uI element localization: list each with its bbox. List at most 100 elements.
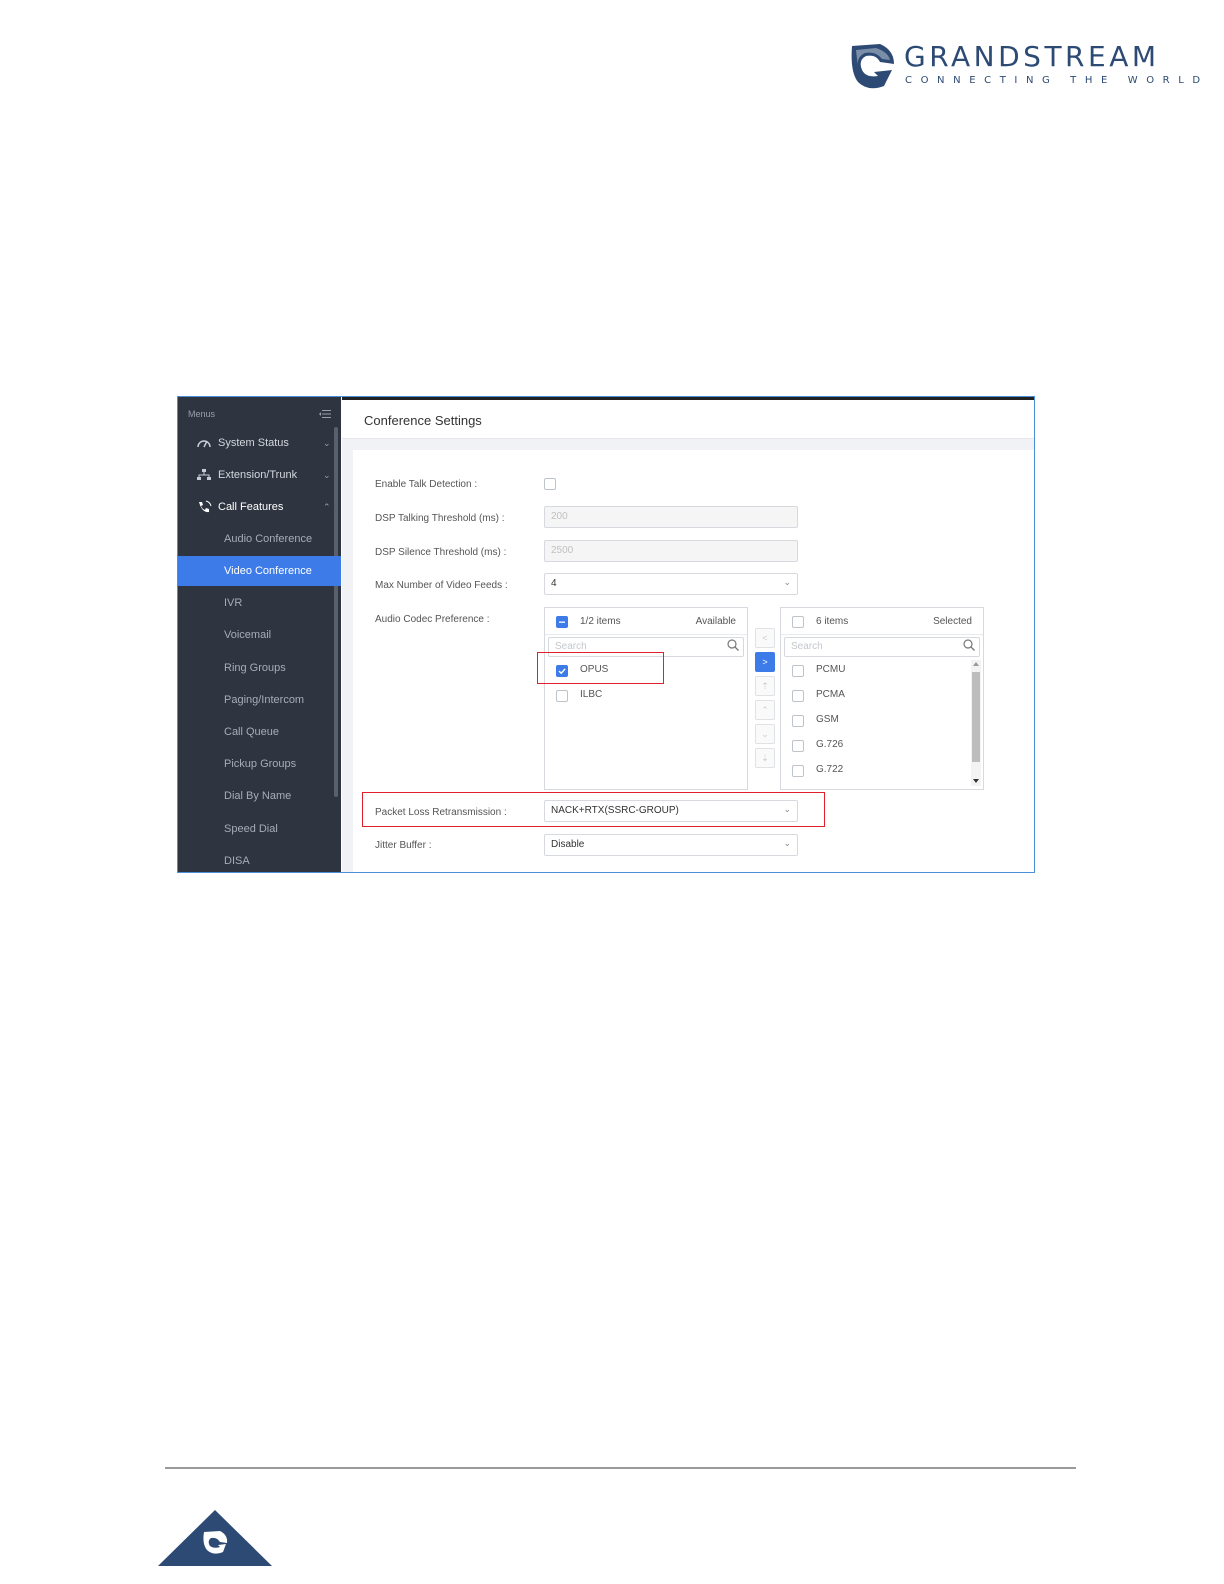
menu-collapse-icon[interactable]: [319, 409, 331, 419]
brand-name: GRANDSTREAM: [904, 40, 1160, 73]
move-right-button[interactable]: >: [755, 652, 775, 672]
speedometer-icon: [197, 440, 211, 448]
max-video-feeds-label: Max Number of Video Feeds :: [375, 580, 508, 591]
sidebar-item-video-conference[interactable]: Video Conference: [178, 556, 341, 586]
page-title: Conference Settings: [364, 413, 482, 428]
codec-item-gsm[interactable]: GSM: [781, 708, 983, 732]
ilbc-checkbox[interactable]: [556, 690, 568, 702]
scroll-up-icon[interactable]: [973, 662, 979, 666]
dsp-talking-threshold-value: 200: [551, 511, 568, 522]
sidebar-item-audio-conference[interactable]: Audio Conference: [178, 524, 334, 554]
sidebar-item-label: Video Conference: [224, 565, 312, 577]
sidebar-item-label: Extension/Trunk: [218, 469, 298, 481]
g722-checkbox[interactable]: [792, 765, 804, 777]
network-icon: [197, 469, 211, 480]
title-bar: Conference Settings: [342, 400, 1034, 439]
opus-highlight-box: [537, 652, 664, 684]
jitter-buffer-value: Disable: [551, 839, 585, 850]
codec-label: GSM: [816, 714, 839, 725]
max-video-feeds-value: 4: [551, 578, 557, 589]
search-placeholder: Search: [555, 641, 587, 652]
move-left-button[interactable]: <: [755, 628, 775, 648]
selected-codec-list: 6 items Selected Search PCMU PCMA GSM G.…: [780, 607, 984, 790]
g726-checkbox[interactable]: [792, 740, 804, 752]
menus-label: Menus: [188, 409, 216, 419]
sidebar-item-system-status[interactable]: System Status ⌄: [178, 428, 334, 458]
sidebar-item-voicemail[interactable]: Voicemail: [178, 620, 334, 650]
selected-title: Selected: [933, 616, 972, 627]
sidebar-scrollbar[interactable]: [334, 427, 338, 797]
codec-item-g726[interactable]: G.726: [781, 733, 983, 757]
chevron-down-icon: ⌄: [783, 577, 791, 587]
sidebar-item-label: Call Queue: [224, 726, 280, 738]
sidebar-item-extension-trunk[interactable]: Extension/Trunk ⌄: [178, 460, 334, 490]
footer-divider: [165, 1467, 1076, 1469]
selected-list-scrollbar[interactable]: [971, 660, 981, 786]
sidebar-item-label: Paging/Intercom: [224, 694, 305, 706]
enable-talk-detection-checkbox[interactable]: [544, 478, 556, 490]
selected-search-input[interactable]: Search: [784, 637, 980, 657]
sidebar-item-label: Audio Conference: [224, 533, 313, 545]
scroll-down-icon[interactable]: [973, 779, 979, 783]
available-title: Available: [695, 616, 736, 627]
codec-label: ILBC: [580, 689, 603, 700]
dsp-silence-threshold-label: DSP Silence Threshold (ms) :: [375, 547, 507, 558]
scroll-thumb[interactable]: [972, 672, 980, 762]
sidebar-item-label: Voicemail: [224, 629, 272, 641]
sidebar-item-label: DISA: [224, 855, 250, 867]
sidebar-item-ivr[interactable]: IVR: [178, 588, 334, 618]
sidebar-item-label: Speed Dial: [224, 823, 278, 835]
move-top-button[interactable]: ⇡: [755, 676, 775, 696]
ui-screenshot: Menus System Status ⌄ Extension/Trunk ⌄ …: [177, 396, 1035, 873]
dsp-silence-threshold-value: 2500: [551, 545, 574, 556]
gsm-checkbox[interactable]: [792, 715, 804, 727]
sidebar: Menus System Status ⌄ Extension/Trunk ⌄ …: [178, 397, 341, 872]
brand-tagline: CONNECTING THE WORLD: [905, 75, 1209, 86]
sidebar-item-paging-intercom[interactable]: Paging/Intercom: [178, 685, 334, 715]
sidebar-item-label: Pickup Groups: [224, 758, 297, 770]
available-list-header: 1/2 items Available: [545, 608, 747, 635]
search-placeholder: Search: [791, 641, 823, 652]
sidebar-item-pickup-groups[interactable]: Pickup Groups: [178, 749, 334, 779]
codec-label: G.722: [816, 764, 844, 775]
chevron-down-icon: ⌄: [783, 838, 791, 848]
packet-loss-highlight-box: [362, 792, 825, 827]
codec-item-ilbc[interactable]: ILBC: [545, 683, 747, 707]
chevron-down-icon: ⌄: [323, 470, 331, 480]
jitter-buffer-label: Jitter Buffer :: [375, 840, 432, 851]
grandstream-logo: GRANDSTREAM CONNECTING THE WORLD: [850, 40, 1200, 96]
search-icon: [727, 639, 739, 651]
dsp-silence-threshold-input[interactable]: 2500: [544, 540, 798, 562]
codec-item-pcma[interactable]: PCMA: [781, 683, 983, 707]
move-bottom-button[interactable]: ⇣: [755, 748, 775, 768]
select-all-available-checkbox[interactable]: [556, 616, 568, 628]
selected-count: 6 items: [816, 616, 849, 627]
sidebar-item-disa[interactable]: DISA: [178, 846, 334, 872]
move-up-button[interactable]: ⌃: [755, 700, 775, 720]
codec-item-g722[interactable]: G.722: [781, 758, 983, 782]
codec-label: PCMA: [816, 689, 845, 700]
enable-talk-detection-label: Enable Talk Detection :: [375, 479, 478, 490]
sidebar-item-dial-by-name[interactable]: Dial By Name: [178, 781, 334, 811]
audio-codec-preference-label: Audio Codec Preference :: [375, 614, 490, 625]
sidebar-item-label: Dial By Name: [224, 790, 292, 802]
sidebar-item-label: Call Features: [218, 501, 284, 513]
sidebar-item-speed-dial[interactable]: Speed Dial: [178, 814, 334, 844]
pcma-checkbox[interactable]: [792, 690, 804, 702]
pcmu-checkbox[interactable]: [792, 665, 804, 677]
move-down-button[interactable]: ⌄: [755, 724, 775, 744]
dsp-talking-threshold-label: DSP Talking Threshold (ms) :: [375, 513, 505, 524]
codec-item-pcmu[interactable]: PCMU: [781, 658, 983, 682]
available-codec-list: 1/2 items Available Search OPUS ILBC: [544, 607, 748, 790]
sidebar-item-ring-groups[interactable]: Ring Groups: [178, 653, 334, 683]
dsp-talking-threshold-input[interactable]: 200: [544, 506, 798, 528]
sidebar-item-call-queue[interactable]: Call Queue: [178, 717, 334, 747]
search-icon: [963, 639, 975, 651]
select-all-selected-checkbox[interactable]: [792, 616, 804, 628]
max-video-feeds-select[interactable]: 4 ⌄: [544, 573, 798, 595]
jitter-buffer-select[interactable]: Disable ⌄: [544, 834, 798, 856]
chevron-up-icon: ⌃: [323, 502, 331, 512]
phone-icon: [199, 500, 212, 513]
sidebar-item-call-features[interactable]: Call Features ⌃: [178, 492, 334, 522]
chevron-down-icon: ⌄: [323, 438, 331, 448]
